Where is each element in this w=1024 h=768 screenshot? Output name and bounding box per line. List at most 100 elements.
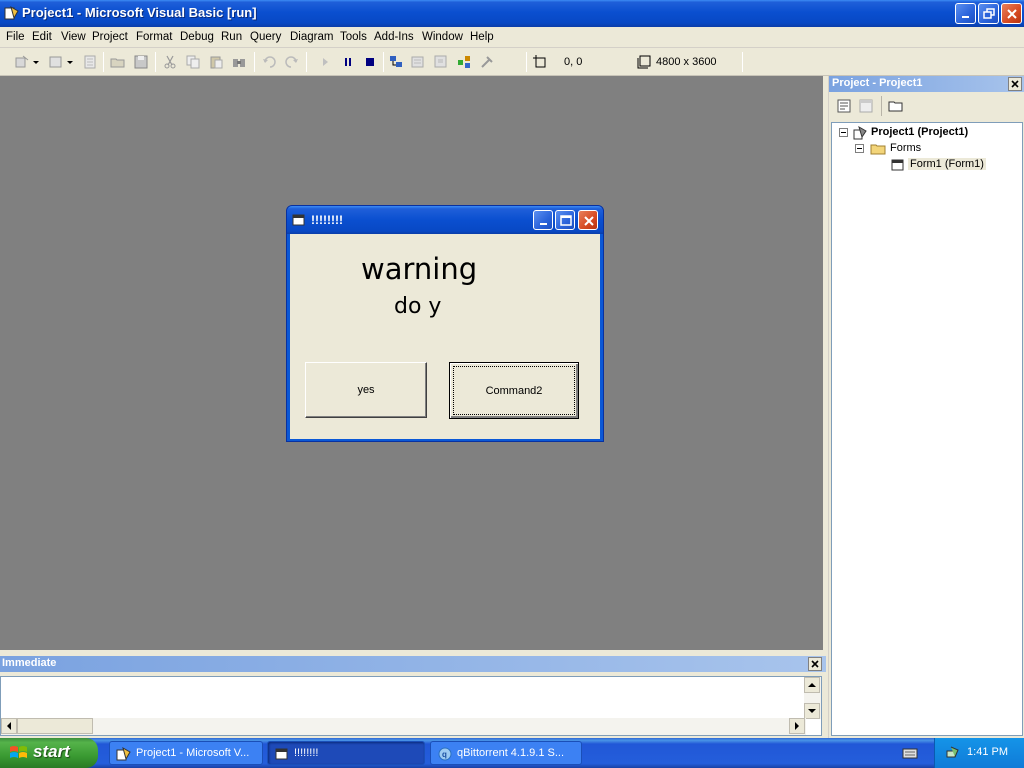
restore-icon — [983, 8, 995, 19]
cut-icon[interactable] — [162, 54, 178, 70]
form1-close-button[interactable] — [578, 210, 598, 230]
menu-view[interactable]: View — [61, 31, 86, 43]
form-layout-icon[interactable] — [433, 54, 449, 70]
break-icon[interactable] — [340, 54, 356, 70]
taskbar: start Project1 - Microsoft V... !!!!!!!!… — [0, 738, 1024, 768]
project-explorer-pane: Project - Project1 Project1 (Project1) F… — [828, 76, 1024, 738]
standard-toolbar: 0, 0 4800 x 3600 — [0, 48, 1024, 76]
form1-caption: !!!!!!!! — [311, 213, 343, 227]
close-icon — [1011, 80, 1019, 88]
restore-button[interactable] — [978, 3, 999, 24]
project-explorer-close-button[interactable] — [1008, 77, 1022, 91]
collapse-forms-toggle[interactable] — [855, 144, 864, 153]
paste-icon[interactable] — [208, 54, 224, 70]
horizontal-scroll-thumb[interactable] — [17, 718, 93, 734]
form1-client-area: warning do y yes Command2 — [290, 234, 600, 439]
add-project-dropdown-icon[interactable] — [32, 54, 40, 70]
project-explorer-icon[interactable] — [388, 54, 404, 70]
tree-item-project[interactable]: Project1 (Project1) — [871, 126, 968, 138]
save-project-icon[interactable] — [133, 54, 149, 70]
keyboard-icon[interactable] — [902, 746, 918, 760]
network-icon[interactable] — [945, 745, 961, 761]
undo-icon[interactable] — [261, 54, 277, 70]
toolbox-icon[interactable] — [479, 54, 495, 70]
form1-window[interactable]: !!!!!!!! warning do y yes Command2 — [286, 205, 604, 442]
redo-icon[interactable] — [284, 54, 300, 70]
object-browser-icon[interactable] — [456, 54, 472, 70]
form1-minimize-button[interactable] — [533, 210, 553, 230]
toggle-folders-icon[interactable] — [888, 98, 904, 114]
menu-editor-icon[interactable] — [82, 54, 98, 70]
close-button[interactable] — [1001, 3, 1022, 24]
menu-file[interactable]: File — [6, 31, 25, 43]
taskbar-item-form1[interactable]: !!!!!!!! — [267, 741, 425, 765]
system-tray: 1:41 PM — [934, 738, 1024, 768]
view-object-icon[interactable] — [858, 98, 874, 114]
start-icon[interactable] — [317, 54, 333, 70]
menu-debug[interactable]: Debug — [180, 31, 214, 43]
close-icon — [584, 216, 594, 226]
view-code-icon[interactable] — [836, 98, 852, 114]
tree-item-forms[interactable]: Forms — [890, 142, 921, 154]
arrow-up-icon — [808, 683, 816, 687]
taskbar-item-label: !!!!!!!! — [294, 747, 319, 759]
scroll-down-button[interactable] — [804, 703, 820, 719]
immediate-title-bar[interactable]: Immediate — [0, 656, 826, 672]
toolbar-separator — [881, 96, 882, 116]
start-button[interactable]: start — [0, 738, 98, 768]
toolbar-separator — [742, 52, 743, 72]
menu-query[interactable]: Query — [250, 31, 281, 43]
immediate-text-area[interactable] — [0, 676, 822, 736]
end-icon[interactable] — [362, 54, 378, 70]
toolbar-separator — [254, 52, 255, 72]
minimize-button[interactable] — [955, 3, 976, 24]
position-icon — [533, 55, 546, 68]
scroll-left-button[interactable] — [1, 718, 17, 734]
add-form-dropdown-icon[interactable] — [66, 54, 74, 70]
taskbar-item-visual-basic[interactable]: Project1 - Microsoft V... — [109, 741, 263, 765]
main-title-bar[interactable]: Project1 - Microsoft Visual Basic [run] — [0, 0, 1024, 27]
form1-maximize-button[interactable] — [555, 210, 575, 230]
toolbar-separator — [155, 52, 156, 72]
minimize-icon — [962, 16, 969, 18]
menu-project[interactable]: Project — [92, 31, 128, 43]
taskbar-item-qbittorrent[interactable]: q qBittorrent 4.1.9.1 S... — [430, 741, 582, 765]
form-icon — [275, 748, 288, 760]
open-project-icon[interactable] — [110, 54, 126, 70]
arrow-right-icon — [795, 722, 799, 730]
menu-format[interactable]: Format — [136, 31, 172, 43]
menu-diagram[interactable]: Diagram — [290, 31, 333, 43]
menu-window[interactable]: Window — [422, 31, 463, 43]
size-icon — [637, 55, 651, 69]
add-project-icon[interactable] — [14, 54, 30, 70]
menu-add-ins[interactable]: Add-Ins — [374, 31, 414, 43]
yes-button[interactable]: yes — [305, 362, 427, 418]
position-readout: 0, 0 — [564, 56, 583, 68]
project-explorer-title-bar[interactable]: Project - Project1 — [829, 76, 1024, 92]
visual-basic-icon — [4, 5, 19, 20]
menu-tools[interactable]: Tools — [340, 31, 367, 43]
horizontal-scrollbar[interactable] — [1, 718, 806, 735]
command2-button[interactable]: Command2 — [449, 362, 579, 419]
arrow-left-icon — [7, 722, 11, 730]
clock[interactable]: 1:41 PM — [967, 746, 1008, 758]
menu-help[interactable]: Help — [470, 31, 494, 43]
form1-title-bar[interactable]: !!!!!!!! — [287, 206, 603, 234]
window-title: Project1 - Microsoft Visual Basic [run] — [22, 5, 257, 20]
project-explorer-title: Project - Project1 — [832, 77, 923, 89]
minimize-icon — [540, 223, 547, 225]
add-form-icon[interactable] — [48, 54, 64, 70]
scroll-right-button[interactable] — [789, 718, 805, 734]
scroll-up-button[interactable] — [804, 677, 820, 693]
immediate-close-button[interactable] — [808, 657, 822, 671]
collapse-project-toggle[interactable] — [839, 128, 848, 137]
properties-window-icon[interactable] — [410, 54, 426, 70]
tree-item-form1[interactable]: Form1 (Form1) — [908, 158, 986, 170]
menu-edit[interactable]: Edit — [32, 31, 52, 43]
toolbar-separator — [306, 52, 307, 72]
project-icon — [853, 125, 867, 140]
find-icon[interactable] — [231, 54, 247, 70]
copy-icon[interactable] — [185, 54, 201, 70]
menu-run[interactable]: Run — [221, 31, 242, 43]
vertical-scrollbar[interactable] — [804, 677, 821, 719]
